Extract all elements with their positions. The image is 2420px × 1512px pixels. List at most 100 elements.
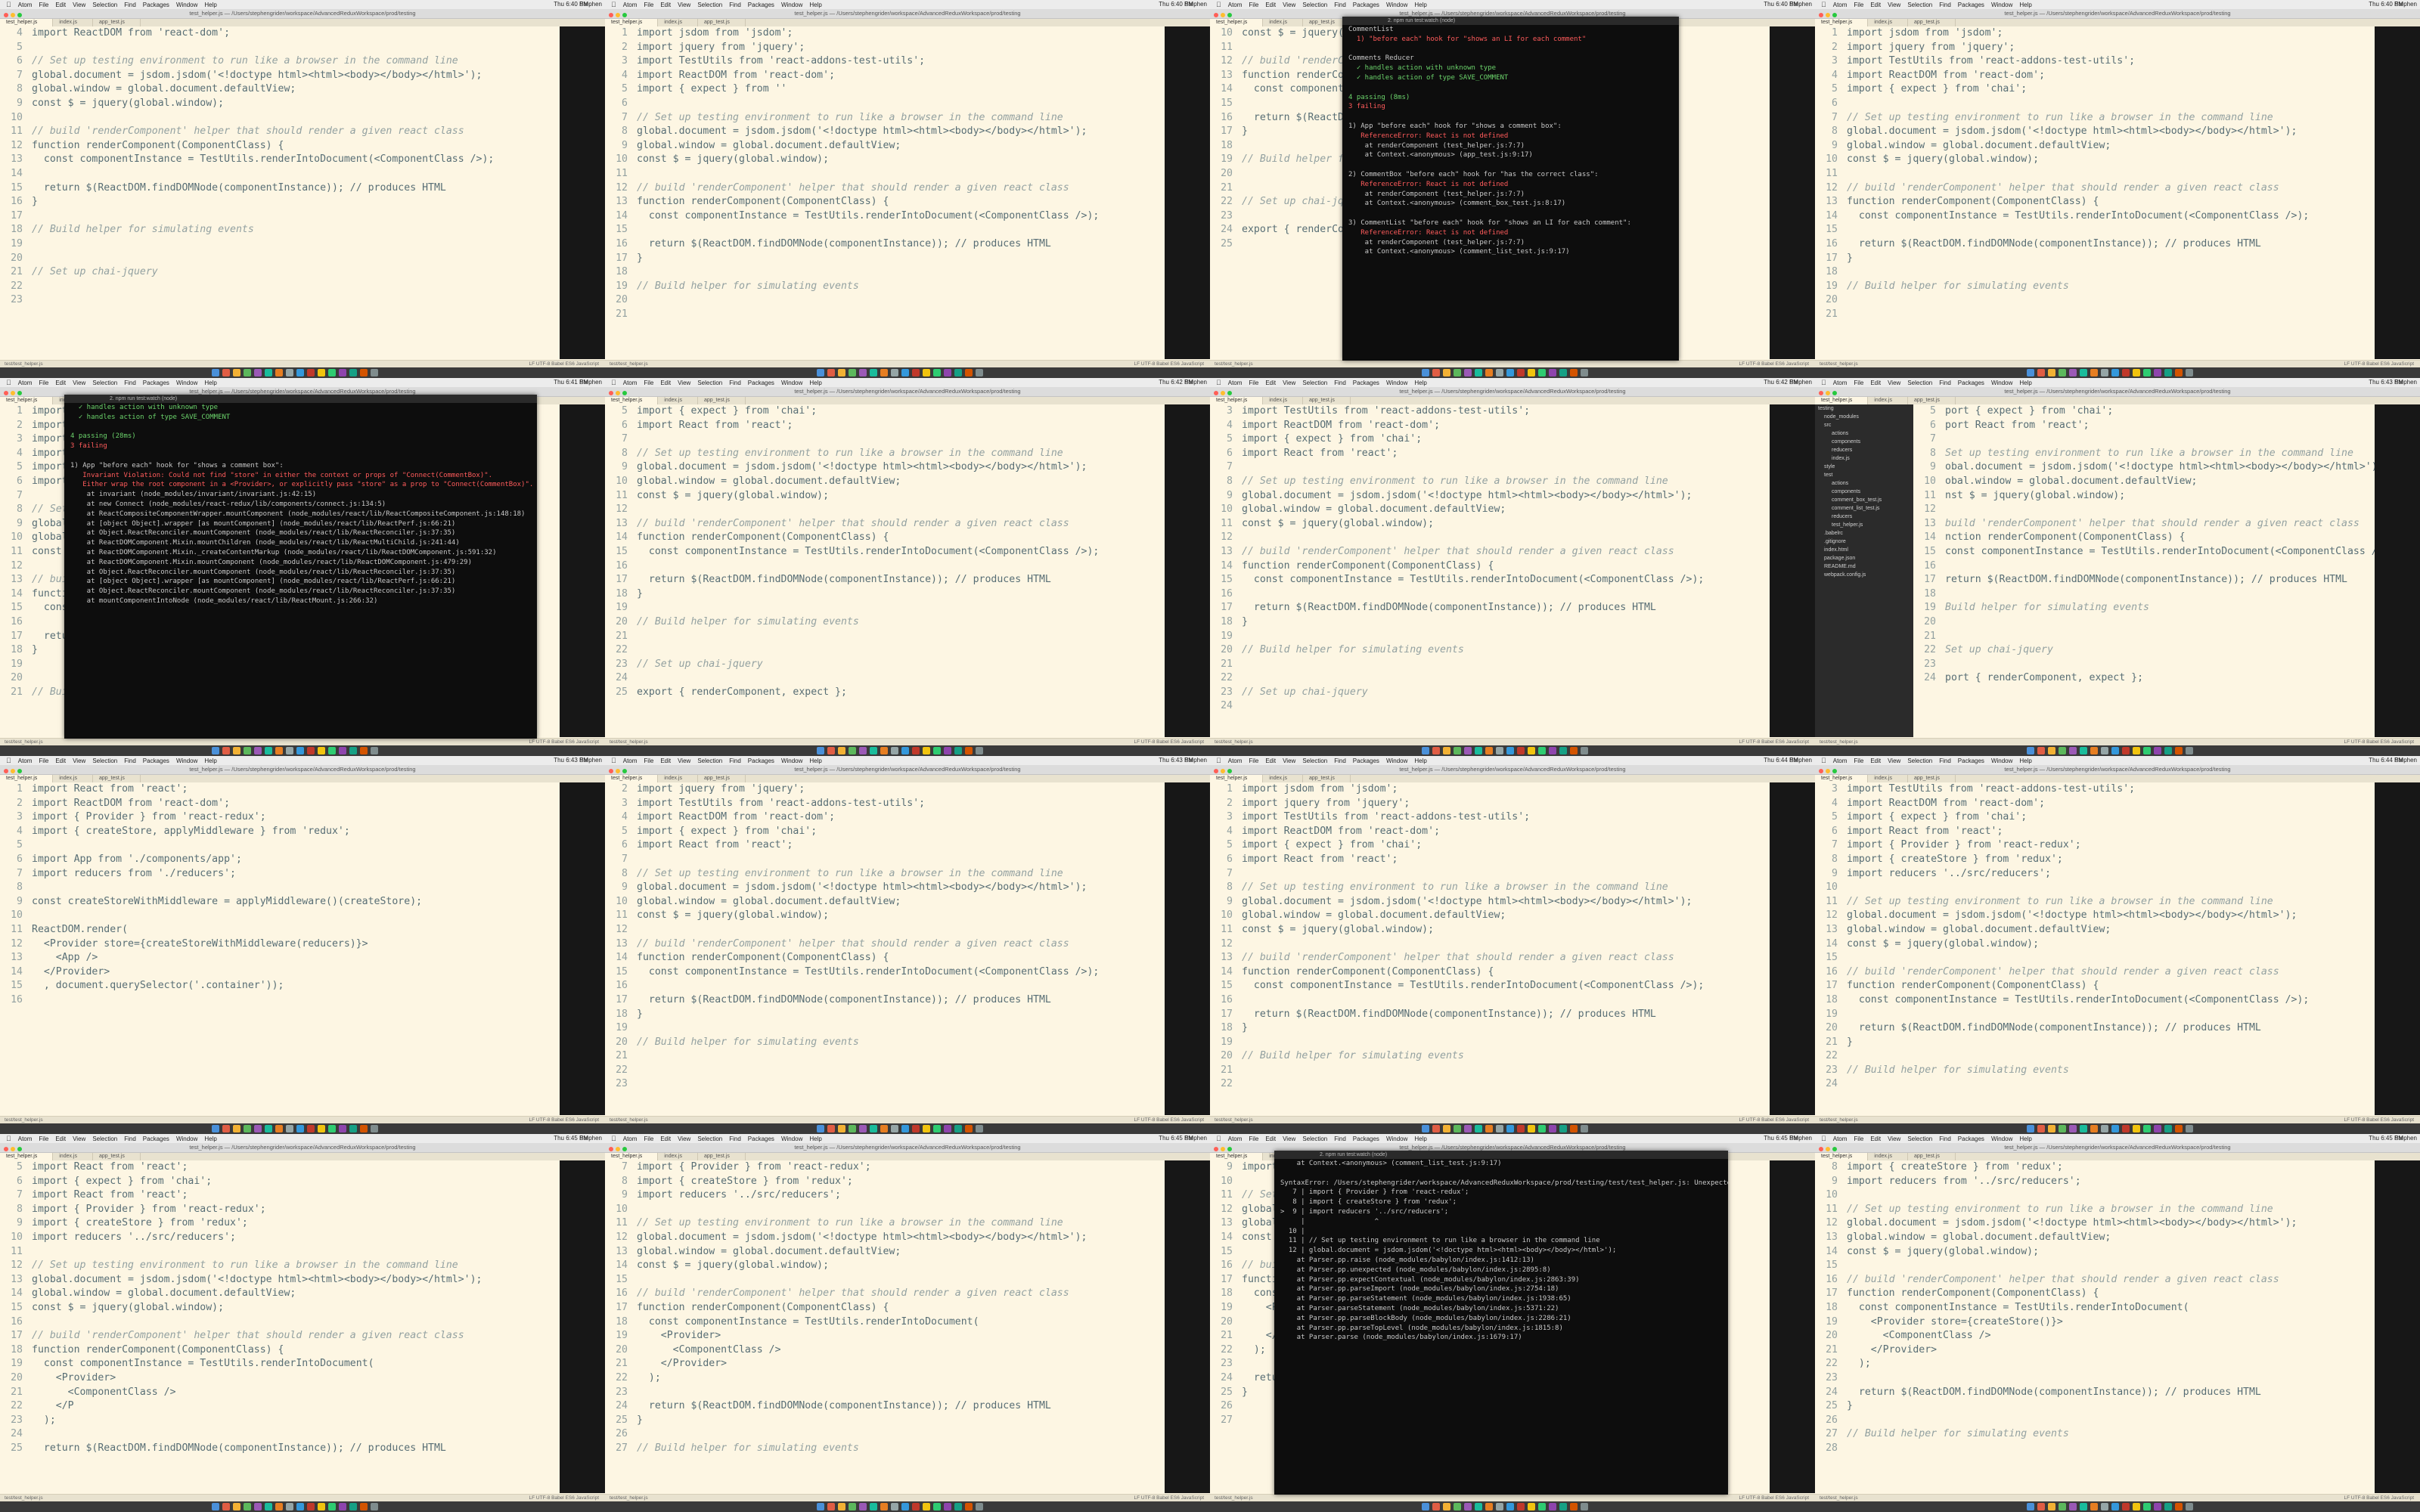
menu-item[interactable]: View [678, 1135, 690, 1143]
menu-item[interactable]: File [644, 1, 653, 9]
dock-app-icon[interactable] [1454, 1503, 1461, 1510]
menubar-user[interactable]: Stephen [1789, 1134, 1812, 1143]
close-button[interactable] [1214, 769, 1218, 773]
tab-app_test-js[interactable]: app_test.js [698, 397, 746, 404]
app-menu[interactable]: Atom [623, 1135, 638, 1143]
menu-item[interactable]: Packages [1353, 1135, 1379, 1143]
dock-app-icon[interactable] [1538, 1125, 1546, 1132]
dock-app-icon[interactable] [222, 369, 230, 376]
dock-app-icon[interactable] [965, 747, 973, 754]
dock-app-icon[interactable] [371, 369, 378, 376]
zoom-button[interactable] [622, 391, 627, 395]
dock-app-icon[interactable] [2090, 747, 2098, 754]
dock-app-icon[interactable] [901, 1125, 909, 1132]
tab-app_test-js[interactable]: app_test.js [93, 775, 141, 782]
dock-app-icon[interactable] [2111, 1125, 2119, 1132]
menu-item[interactable]: Window [176, 1, 197, 9]
dock-app-icon[interactable] [349, 1125, 357, 1132]
dock-app-icon[interactable] [2143, 1503, 2151, 1510]
dock-app-icon[interactable] [2090, 1503, 2098, 1510]
dock-app-icon[interactable] [2048, 747, 2055, 754]
code-editor[interactable]: 4 import ReactDOM from 'react-dom'; 5 6// S… [0, 26, 560, 359]
dock-app-icon[interactable] [275, 369, 283, 376]
minimize-button[interactable] [616, 769, 620, 773]
dock-app-icon[interactable] [849, 1503, 856, 1510]
apple-menu-icon[interactable]:  [6, 756, 11, 765]
dock-app-icon[interactable] [254, 1503, 262, 1510]
menu-item[interactable]: Find [1334, 1135, 1346, 1143]
dock-app-icon[interactable] [944, 1503, 951, 1510]
menubar-user[interactable]: Stephen [1789, 378, 1812, 387]
menu-item[interactable]: Window [176, 379, 197, 387]
dock-app-icon[interactable] [339, 747, 346, 754]
dock-app-icon[interactable] [954, 747, 962, 754]
menu-item[interactable]: Selection [1907, 379, 1932, 387]
tab-test_helper-js[interactable]: test_helper.js [1815, 397, 1869, 404]
tab-app_test-js[interactable]: app_test.js [1908, 775, 1956, 782]
dock-app-icon[interactable] [1506, 1503, 1514, 1510]
dock-app-icon[interactable] [817, 369, 824, 376]
minimize-button[interactable] [1826, 1147, 1830, 1151]
minimize-button[interactable] [1221, 1147, 1225, 1151]
dock-app-icon[interactable] [2122, 747, 2130, 754]
dock-app-icon[interactable] [1485, 1125, 1493, 1132]
dock-app-icon[interactable] [870, 1503, 877, 1510]
dock-app-icon[interactable] [2186, 747, 2193, 754]
menubar-user[interactable]: Stephen [1789, 0, 1812, 9]
dock-app-icon[interactable] [1559, 1503, 1567, 1510]
zoom-button[interactable] [622, 769, 627, 773]
code-editor[interactable]: 2 import jquery from 'jquery'; 3 import Tes… [605, 782, 1165, 1115]
dock-app-icon[interactable] [212, 747, 219, 754]
dock-app-icon[interactable] [944, 747, 951, 754]
close-button[interactable] [609, 391, 613, 395]
tab-index-js[interactable]: index.js [1868, 775, 1908, 782]
tree-item[interactable]: index.js [1815, 454, 1913, 463]
tab-index-js[interactable]: index.js [1263, 397, 1303, 404]
dock-app-icon[interactable] [1528, 1125, 1535, 1132]
zoom-button[interactable] [622, 1147, 627, 1151]
menu-item[interactable]: View [1283, 1135, 1295, 1143]
dock-app-icon[interactable] [307, 747, 315, 754]
dock-app-icon[interactable] [1506, 369, 1514, 376]
dock-app-icon[interactable] [349, 747, 357, 754]
dock-app-icon[interactable] [254, 747, 262, 754]
menu-item[interactable]: Edit [55, 379, 66, 387]
dock-app-icon[interactable] [1538, 1503, 1546, 1510]
dock-app-icon[interactable] [2154, 747, 2161, 754]
tab-index-js[interactable]: index.js [1868, 397, 1908, 404]
terminal-window[interactable]: 2. npm run test:watch (node) CommentList … [1342, 17, 1679, 361]
zoom-button[interactable] [1227, 1147, 1232, 1151]
dock-app-icon[interactable] [2059, 1125, 2066, 1132]
tab-app_test-js[interactable]: app_test.js [1908, 1153, 1956, 1160]
tree-item[interactable]: package.json [1815, 554, 1913, 562]
menu-item[interactable]: Packages [748, 1135, 774, 1143]
code-editor[interactable]: 8 import { createStore } from 'redux'; 9 im… [1815, 1160, 2375, 1493]
dock-app-icon[interactable] [976, 369, 983, 376]
dock-app-icon[interactable] [318, 1503, 325, 1510]
dock-app-icon[interactable] [2154, 369, 2161, 376]
menu-item[interactable]: Window [1386, 1, 1407, 9]
menu-item[interactable]: Selection [697, 1, 722, 9]
dock-app-icon[interactable] [827, 369, 835, 376]
app-menu[interactable]: Atom [18, 757, 33, 765]
menu-item[interactable]: Find [729, 1135, 741, 1143]
menu-item[interactable]: View [1888, 379, 1900, 387]
app-menu[interactable]: Atom [1228, 757, 1243, 765]
menu-item[interactable]: Edit [55, 1135, 66, 1143]
dock-app-icon[interactable] [2101, 1125, 2108, 1132]
dock-app-icon[interactable] [1422, 1503, 1429, 1510]
menu-item[interactable]: Help [204, 1, 216, 9]
close-button[interactable] [1214, 1147, 1218, 1151]
dock-app-icon[interactable] [275, 1125, 283, 1132]
tree-item[interactable]: comment_list_test.js [1815, 504, 1913, 513]
tab-test_helper-js[interactable]: test_helper.js [0, 1153, 54, 1160]
tree-item[interactable]: webpack.config.js [1815, 571, 1913, 579]
menu-item[interactable]: View [1888, 757, 1900, 765]
dock-app-icon[interactable] [2069, 1125, 2077, 1132]
tab-test_helper-js[interactable]: test_helper.js [605, 19, 659, 26]
dock-app-icon[interactable] [923, 369, 930, 376]
menu-item[interactable]: Window [176, 1135, 197, 1143]
tree-item[interactable]: testing [1815, 404, 1913, 413]
tree-item[interactable]: test [1815, 471, 1913, 479]
dock-app-icon[interactable] [849, 1125, 856, 1132]
